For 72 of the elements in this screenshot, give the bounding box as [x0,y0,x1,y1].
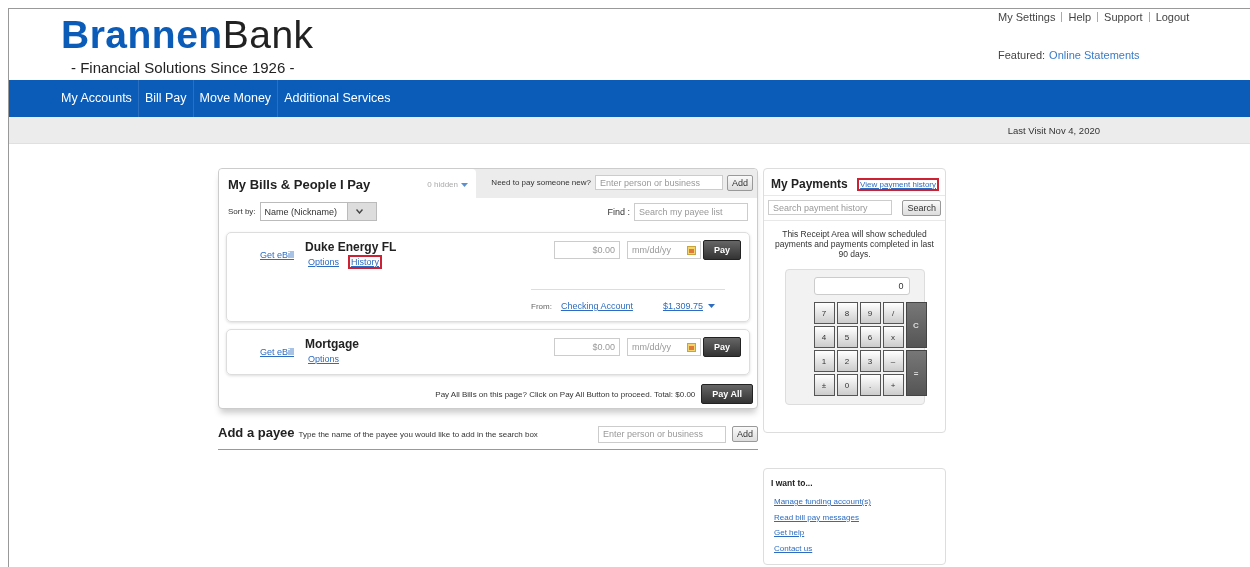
search-button[interactable]: Search [902,200,941,216]
notice-text: This Receipt Area will show scheduled payments and payments completed in last 90 days. [774,228,935,261]
calculator-key[interactable]: ± [813,374,835,396]
header-link[interactable]: My Settings [998,12,1062,22]
nav-tab[interactable]: Additional Services [278,80,397,117]
calculator-key[interactable]: 1 [813,350,835,372]
date-field[interactable]: mm/dd/yy [627,338,701,356]
last-visit-text: Last Visit Nov 4, 2020 [1007,124,1100,136]
calculator-key[interactable]: 9 [859,302,881,324]
quick-link[interactable]: Manage funding account(s) [771,494,874,510]
amount-field[interactable]: $0.00 [554,338,620,356]
date-field[interactable]: mm/dd/yy [627,241,701,259]
payee-name: Duke Energy FL [305,240,397,254]
calculator-key[interactable]: . [859,374,881,396]
calculator-display: 0 [813,277,910,295]
find-label: Find : [607,206,630,217]
quick-link[interactable]: Contact us [771,540,816,556]
balance-link[interactable]: $1,309.75 [659,299,706,313]
bank-logo: BrannenBank [61,14,314,56]
payee-name: Mortgage [305,337,359,351]
amount-field[interactable]: $0.00 [554,241,620,259]
new-payee-label: Need to pay someone new? [491,177,591,187]
payment-history-link[interactable]: View payment history [857,177,939,191]
calculator-key[interactable]: 8 [836,302,858,324]
calculator-key[interactable]: – [882,350,904,372]
pay-button[interactable]: Pay [703,337,741,357]
get-ebill-link[interactable]: Get eBill [257,248,297,262]
payee-link[interactable]: Options [305,255,343,269]
section-title: Add a payee [218,425,295,440]
sort-label: Sort by: [228,207,256,216]
calculator-key[interactable]: + [882,374,904,396]
featured-link[interactable]: Online Statements [1049,49,1140,61]
caret-icon [461,182,468,187]
from-label: From: [531,301,552,311]
header-link[interactable]: Support [1097,12,1149,22]
pay-all-button[interactable]: Pay All [701,384,753,404]
add-payee-field[interactable]: Enter person or business [598,425,726,443]
quick-link[interactable]: Get help [771,525,808,541]
header-link[interactable]: Logout [1148,12,1196,22]
get-ebill-link[interactable]: Get eBill [257,345,297,359]
calculator-key[interactable]: = [905,350,927,396]
calculator-key[interactable]: x [882,326,904,348]
payee-link[interactable]: Options [305,352,343,366]
tagline: - Financial Solutions Since 1926 - [71,59,296,76]
payee-link[interactable]: History [348,255,383,269]
funding-account-link[interactable]: Checking Account [557,299,636,313]
calculator-key[interactable]: 5 [836,326,858,348]
calculator-key[interactable]: 6 [859,326,881,348]
calculator-key[interactable]: 4 [813,326,835,348]
add-button[interactable]: Add [732,426,758,442]
calculator-key[interactable]: / [882,302,904,324]
caret-icon [708,304,715,308]
quick-link[interactable]: Read bill pay messages [771,509,862,525]
panel-title: I want to... [771,478,814,488]
calculator-key[interactable]: 2 [836,350,858,372]
featured-label: Featured: [998,49,1046,61]
calculator-key[interactable]: 0 [836,374,858,396]
payment-search-field[interactable]: Search payment history [768,200,892,215]
header-link[interactable]: Help [1061,12,1098,22]
chevron-down-icon [355,209,363,214]
sort-dropdown[interactable]: Name (Nickname) [259,202,378,221]
panel-title: My Payments [771,177,848,191]
calculator-key[interactable]: C [905,302,927,348]
pay-all-text: Pay All Bills on this page? Click on Pay All Button to proceed. Total: $0.00 [435,389,696,399]
add-button[interactable]: Add [727,175,753,191]
payee-search-field[interactable]: Enter person or business [595,175,723,190]
pay-button[interactable]: Pay [703,240,741,260]
panel-title: My Bills & People I Pay [228,177,371,192]
calculator-key[interactable]: 7 [813,302,835,324]
payee-list-search-field[interactable]: Search my payee list [634,202,748,221]
instruction-text: Type the name of the payee you would like to add in the search box [298,430,538,439]
calculator-key[interactable]: 3 [859,350,881,372]
